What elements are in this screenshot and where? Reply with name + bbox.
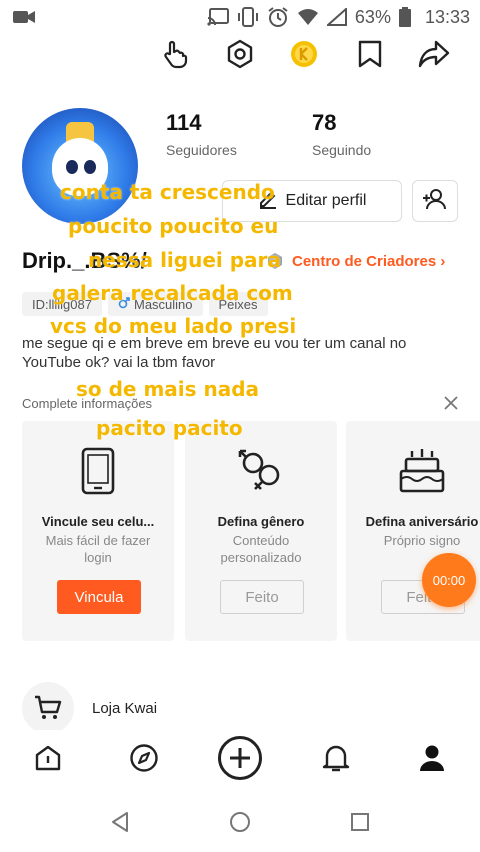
battery-icon: [398, 7, 411, 27]
avatar-eye-right: [84, 160, 96, 174]
avatar-eye-left: [66, 160, 78, 174]
back-icon[interactable]: [106, 808, 134, 836]
gold-coin-icon[interactable]: [286, 36, 322, 72]
kwai-shop-row[interactable]: Loja Kwai: [22, 682, 462, 734]
card-title: Vincule seu celu...: [41, 514, 155, 529]
home-circle-icon[interactable]: [226, 808, 254, 836]
phone-icon: [81, 447, 115, 500]
following-label: Seguindo: [312, 142, 372, 158]
vibrate-icon: [237, 7, 259, 27]
link-phone-button[interactable]: Vincula: [57, 580, 141, 614]
bottom-navigation: [0, 730, 480, 786]
following-stat[interactable]: 78 Seguindo: [312, 110, 371, 158]
avatar[interactable]: [22, 108, 138, 224]
home-icon[interactable]: [24, 734, 72, 782]
overlay-caption-line: pacito pacito: [96, 416, 243, 440]
overlay-caption-line: poucito poucito eu: [68, 214, 279, 238]
share-icon[interactable]: [416, 36, 452, 72]
hexagon-settings-icon[interactable]: [222, 36, 258, 72]
clock: 13:33: [424, 6, 470, 27]
edit-profile-label: Editar perfil: [285, 192, 367, 209]
gender-symbols-icon: [237, 447, 285, 500]
followers-stat[interactable]: 114 Seguidores: [166, 110, 237, 158]
overlay-caption-line: conta ta crescendo: [60, 180, 275, 204]
card-subtitle: Conteúdo personalizado: [220, 533, 302, 565]
set-birthday-card[interactable]: Defina aniversário Próprio signo Feito: [346, 421, 480, 641]
alarm-icon: [267, 6, 289, 28]
set-gender-card[interactable]: Defina gênero Conteúdo personalizado Fei…: [185, 421, 337, 641]
cast-icon: [207, 8, 229, 26]
create-plus-icon[interactable]: [216, 734, 264, 782]
bookmark-icon[interactable]: [352, 36, 388, 72]
overlay-caption-line: vcs do meu lado presi: [50, 314, 297, 338]
profile-bio: me segue qi e em breve em breve eu vou t…: [22, 335, 407, 371]
hand-pointer-icon[interactable]: [158, 36, 194, 72]
floating-timer-button[interactable]: 00:00: [422, 553, 476, 607]
wifi-icon: [297, 8, 319, 26]
profile-icon[interactable]: [408, 734, 456, 782]
card-title: Defina aniversário: [365, 514, 479, 529]
following-count: 78: [312, 110, 337, 135]
profile-top-bar: [0, 36, 480, 76]
close-icon[interactable]: [442, 394, 460, 417]
overlay-caption-line: so de mais nada: [76, 377, 260, 401]
followers-count: 114: [166, 110, 202, 135]
status-bar: 63% 13:33: [0, 0, 480, 34]
add-user-icon: [422, 188, 448, 215]
overlay-caption-line: galera recalcada com: [52, 281, 293, 305]
creators-center-link[interactable]: Centro de Criadores ›: [292, 253, 445, 270]
video-camera-icon: [12, 8, 36, 31]
battery-percent: 63%: [354, 6, 391, 27]
link-phone-card[interactable]: Vincule seu celu... Mais fácil de fazer …: [22, 421, 174, 641]
birthday-cake-icon: [397, 447, 447, 500]
system-navigation: [0, 790, 480, 852]
signal-icon: [326, 8, 347, 26]
followers-label: Seguidores: [166, 142, 237, 158]
add-friend-button[interactable]: [412, 180, 458, 222]
discover-icon[interactable]: [120, 734, 168, 782]
shopping-cart-icon: [22, 682, 74, 734]
card-title: Defina gênero: [217, 514, 305, 529]
gender-done-button[interactable]: Feito: [220, 580, 304, 614]
recents-icon[interactable]: [346, 808, 374, 836]
shop-label: Loja Kwai: [92, 699, 158, 717]
notifications-bell-icon[interactable]: [312, 734, 360, 782]
card-subtitle: Próprio signo: [383, 533, 461, 548]
card-subtitle: Mais fácil de fazer login: [45, 533, 151, 565]
overlay-caption-line: nessa liguei para: [88, 248, 281, 272]
